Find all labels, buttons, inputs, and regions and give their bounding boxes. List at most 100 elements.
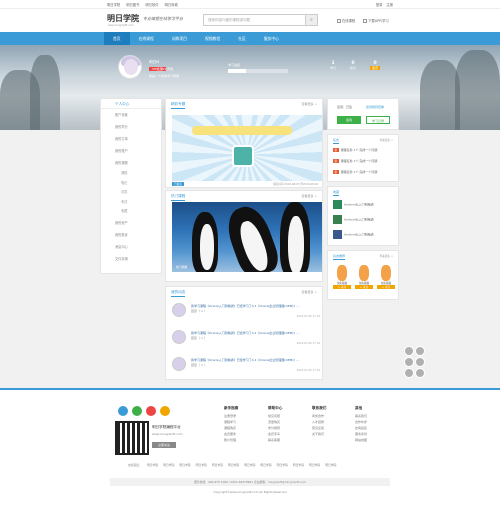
featured-panel: 精彩专题 查看更多 > 已报名 报名时间 2016-08-03 至2016-08… bbox=[165, 98, 323, 188]
feedback-float-icon[interactable] bbox=[415, 357, 425, 367]
activity-row[interactable]: 我学习课程《Oracle入门到精通》已经学习了4.1《Oracle企业管理器(O… bbox=[172, 299, 322, 321]
friend-card[interactable]: 兔兔猫猫 + 关注 bbox=[377, 265, 395, 289]
favorite-row[interactable]: Android从入门到精通 bbox=[333, 230, 374, 239]
friends-panel: 好友推荐 查看更多 > 兔兔猫猫 + 关注 兔兔猫猫 + 关注 兔兔猫猫 + 关注 bbox=[327, 250, 399, 300]
penguin-video-thumbnail[interactable]: 热门视频 bbox=[172, 202, 322, 272]
activity-row[interactable]: 我学习课程《Oracle入门到精通》已经学习了4.1《Oracle企业管理器(O… bbox=[172, 353, 322, 375]
friend-link[interactable]: 明日学院 bbox=[309, 463, 320, 467]
sidebar-item[interactable]: 消息中心 bbox=[101, 241, 161, 253]
task-row[interactable]: 新课程任务 1个 完成一个问题 bbox=[333, 170, 377, 174]
study-record-button[interactable]: 学习记录 bbox=[366, 116, 390, 124]
top-link[interactable]: 明日图书 bbox=[126, 2, 139, 7]
search-icon[interactable]: ⌕ bbox=[305, 15, 317, 25]
top-links: 明日学院 明日图书 明日软件 明日商城 bbox=[107, 2, 178, 7]
profile-stats: 1 学分 0 积分 0 金币 bbox=[330, 61, 381, 70]
nav-item-community[interactable]: 社区 bbox=[229, 32, 255, 45]
sidebar-subitem[interactable]: 课程 bbox=[101, 169, 161, 179]
stat-points: 0 积分 bbox=[350, 61, 357, 70]
app-float-icon[interactable] bbox=[404, 368, 414, 378]
sidebar-item[interactable]: 我的课程 bbox=[101, 157, 161, 169]
search-placeholder[interactable]: 搜索你感兴趣的课程或问题 bbox=[208, 18, 250, 23]
nav-item-home[interactable]: 首页 bbox=[104, 32, 130, 45]
footer: 明日学院编程平台 www.mingrisoft.com 立即关注 新手指南 注册登… bbox=[0, 388, 500, 516]
friend-card[interactable]: 兔兔猫猫 + 关注 bbox=[333, 265, 351, 289]
search-box[interactable]: 搜索你感兴趣的课程或问题 ⌕ bbox=[203, 14, 318, 26]
sidebar-item[interactable]: 我的学分 bbox=[101, 121, 161, 133]
sidebar-item[interactable]: 账户设置 bbox=[101, 109, 161, 121]
friend-link[interactable]: 明日学院 bbox=[196, 463, 207, 467]
friend-link[interactable]: 明日学院 bbox=[244, 463, 255, 467]
stat-coins: 0 金币 bbox=[370, 61, 381, 70]
download-app-option[interactable]: 下载APP/学习 bbox=[363, 18, 389, 23]
favorite-row[interactable]: Android从入门到精通 bbox=[333, 215, 374, 224]
nav-item-videos[interactable]: 视频教程 bbox=[196, 32, 229, 45]
friend-link[interactable]: 明日学院 bbox=[293, 463, 304, 467]
follow-button[interactable]: 立即关注 bbox=[152, 442, 177, 448]
avatar[interactable] bbox=[118, 55, 142, 79]
activity-row[interactable]: 我学习课程《Oracle入门到精通》已经学习了4.1《Oracle企业管理器(O… bbox=[172, 326, 322, 348]
friends-more-link[interactable]: 查看更多 > bbox=[380, 254, 393, 258]
header-options: 在线课程 下载APP/学习 bbox=[337, 18, 389, 23]
friend-link[interactable]: 明日学院 bbox=[260, 463, 271, 467]
online-course-option[interactable]: 在线课程 bbox=[337, 18, 355, 23]
ribbon-graphic bbox=[192, 126, 292, 135]
sidebar-item[interactable]: 我的投诉 bbox=[101, 229, 161, 241]
nav-item-projects[interactable]: 训练项目 bbox=[163, 32, 196, 45]
activity-more-link[interactable]: 查看更多 > bbox=[302, 290, 317, 294]
qq-icon[interactable] bbox=[118, 406, 128, 416]
site-logo[interactable]: 明日学院 bbox=[107, 13, 139, 24]
sidebar-item[interactable]: 我的资产 bbox=[101, 217, 161, 229]
qr-code bbox=[115, 421, 149, 455]
friend-link[interactable]: 明日学院 bbox=[212, 463, 223, 467]
sidebar-subitem[interactable]: 笔记 bbox=[101, 179, 161, 189]
qq-float-icon[interactable] bbox=[404, 346, 414, 356]
top-link[interactable]: 明日软件 bbox=[145, 2, 158, 7]
signin-rules-link[interactable]: 签到规则查看 bbox=[366, 105, 384, 109]
featured-time: 报名时间 2016-08-03 至2016-08-20 bbox=[273, 183, 318, 186]
footer-col-help: 帮助中心 常见问题 流量购买 学分规则 会员专享 联系客服 bbox=[268, 406, 283, 442]
friend-link[interactable]: 明日学院 bbox=[147, 463, 158, 467]
sidebar-item[interactable]: 我的订单 bbox=[101, 133, 161, 145]
tasks-more-link[interactable]: 查看更多 > bbox=[380, 138, 393, 142]
main-nav: 首页 在线课程 训练项目 视频教程 社区 服务中心 bbox=[0, 32, 500, 45]
mail-icon[interactable] bbox=[160, 406, 170, 416]
friend-link[interactable]: 明日学院 bbox=[228, 463, 239, 467]
login-link[interactable]: 登录 bbox=[376, 2, 383, 7]
back-to-top-icon[interactable] bbox=[415, 368, 425, 378]
favorites-title: 收藏 bbox=[333, 190, 340, 196]
profile-signature: 我是一个新的学习者哦 bbox=[149, 74, 180, 78]
sidebar-subitem[interactable]: 收藏 bbox=[101, 207, 161, 217]
medal-graphic bbox=[232, 145, 254, 167]
footer-site: www.mingrisoft.com bbox=[152, 432, 183, 436]
signin-status: 签到：已签 bbox=[337, 105, 353, 109]
friend-link[interactable]: 明日学院 bbox=[179, 463, 190, 467]
wechat-float-icon[interactable] bbox=[415, 346, 425, 356]
wechat-icon[interactable] bbox=[132, 406, 142, 416]
task-row[interactable]: 新课程任务 1个 完成一个问题 bbox=[333, 159, 377, 163]
favorite-row[interactable]: Android从入门到精通 bbox=[333, 200, 374, 209]
sidebar-subitem[interactable]: 问答 bbox=[101, 188, 161, 198]
avatar bbox=[172, 330, 186, 344]
friend-link[interactable]: 明日学院 bbox=[325, 463, 336, 467]
favorites-panel: 收藏 Android从入门到精通 Android从入门到精通 Android从入… bbox=[327, 186, 399, 246]
task-row[interactable]: 新课程任务 1个 完成一个问题 bbox=[333, 148, 377, 152]
friend-link[interactable]: 明日学院 bbox=[277, 463, 288, 467]
sidebar-item[interactable]: 我的账户 bbox=[101, 145, 161, 157]
friend-card[interactable]: 兔兔猫猫 + 关注 bbox=[355, 265, 373, 289]
signin-button[interactable]: 签到 bbox=[337, 116, 361, 124]
top-link[interactable]: 明日商城 bbox=[165, 2, 178, 7]
avatar bbox=[172, 303, 186, 317]
phone-float-icon[interactable] bbox=[404, 357, 414, 367]
friend-link[interactable]: 明日学院 bbox=[163, 463, 174, 467]
nav-item-service[interactable]: 服务中心 bbox=[255, 32, 288, 45]
register-link[interactable]: 注册 bbox=[386, 2, 393, 7]
sidebar-item[interactable]: 文件存储 bbox=[101, 253, 161, 265]
featured-more-link[interactable]: 查看更多 > bbox=[302, 102, 317, 106]
video-more-link[interactable]: 查看更多 > bbox=[302, 194, 317, 198]
nav-item-courses[interactable]: 在线课程 bbox=[130, 32, 163, 45]
activity-title: 我的动态 bbox=[171, 290, 186, 297]
featured-banner-image[interactable] bbox=[172, 115, 322, 181]
sidebar-subitem[interactable]: 考试 bbox=[101, 198, 161, 208]
weibo-icon[interactable] bbox=[146, 406, 156, 416]
top-link[interactable]: 明日学院 bbox=[107, 2, 120, 7]
